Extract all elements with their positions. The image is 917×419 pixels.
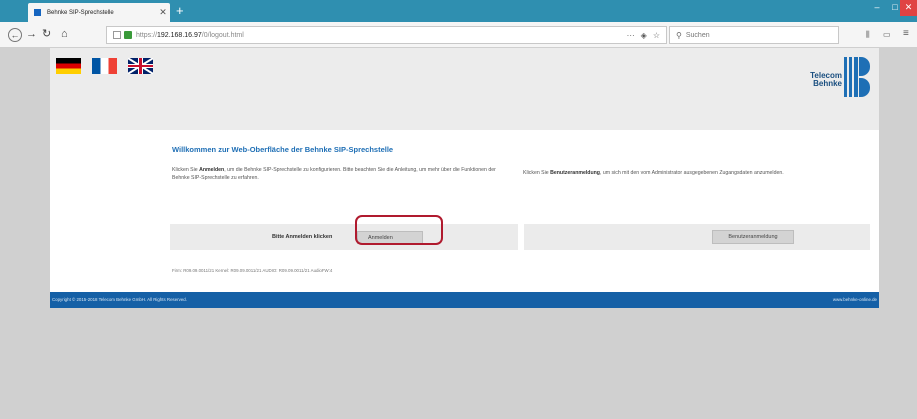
reload-icon[interactable]: ↻	[42, 27, 51, 41]
tab-title: Behnke SIP-Sprechstelle	[47, 9, 114, 16]
page-info-icon[interactable]	[113, 31, 121, 39]
search-bar[interactable]: ⚲	[669, 26, 839, 44]
browser-tab[interactable]: Behnke SIP-Sprechstelle ✕	[28, 3, 170, 22]
telecom-behnke-logo: Telecom Behnke	[794, 57, 870, 97]
login-prompt: Bitte Anmelden klicken	[272, 234, 333, 240]
browser-navbar: ← → ↻ ⌂ https://192.168.16.97/0/logout.h…	[0, 22, 917, 48]
bookmark-star-icon[interactable]: ☆	[653, 31, 660, 40]
window-close-button[interactable]: ✕	[900, 0, 917, 16]
forward-icon[interactable]: →	[26, 27, 37, 41]
page-footer: Copyright © 2015-2018 Telecom Behnke Gmb…	[50, 292, 879, 308]
pocket-icon[interactable]: ◈	[641, 31, 647, 40]
hamburger-menu-icon[interactable]: ≡	[903, 28, 909, 39]
url-bar[interactable]: https://192.168.16.97/0/logout.html ··· …	[106, 26, 667, 44]
sidebar-icon[interactable]: ▭	[883, 30, 891, 39]
french-flag-icon[interactable]	[92, 58, 117, 74]
german-flag-icon[interactable]	[56, 58, 81, 74]
search-icon: ⚲	[676, 30, 682, 40]
user-login-instructions: Klicken Sie Benutzeranmeldung, um sich m…	[523, 170, 784, 176]
page-header: Telecom Behnke	[50, 48, 879, 130]
firmware-info: Firm: R09.09.0011/21 Kernel: R09.09.0011…	[172, 268, 333, 273]
login-instructions: Klicken Sie Anmelden, um die Behnke SIP-…	[172, 167, 496, 181]
library-icon[interactable]: ⫼	[866, 30, 870, 40]
page-title: Willkommen zur Web-Oberfläche der Behnke…	[172, 145, 394, 154]
browser-titlebar: Behnke SIP-Sprechstelle ✕ + – □ ✕	[0, 0, 917, 22]
copyright-text: Copyright © 2015-2018 Telecom Behnke Gmb…	[52, 297, 187, 302]
highlight-annotation	[355, 215, 443, 245]
logo-mark-icon	[844, 57, 870, 97]
back-icon[interactable]: ←	[8, 28, 22, 42]
page-actions-icon[interactable]: ···	[627, 31, 635, 40]
user-login-button[interactable]: Benutzeranmeldung	[712, 230, 794, 244]
new-tab-button[interactable]: +	[176, 3, 184, 19]
close-tab-icon[interactable]: ✕	[156, 7, 170, 18]
uk-flag-icon[interactable]	[128, 58, 153, 74]
login-panel: Bitte Anmelden klicken Anmelden	[170, 224, 518, 250]
search-input[interactable]	[685, 31, 826, 39]
minimize-button[interactable]: –	[868, 0, 886, 16]
lock-icon[interactable]	[124, 31, 132, 39]
web-page: Telecom Behnke Willkommen zur Web-Oberfl…	[50, 48, 879, 308]
website-link[interactable]: www.behnke-online.de	[833, 297, 877, 302]
home-icon[interactable]: ⌂	[61, 27, 68, 41]
user-login-panel: Benutzeranmeldung	[524, 224, 870, 250]
logo-text: Telecom Behnke	[810, 71, 842, 88]
favicon-icon	[34, 9, 41, 16]
url-text[interactable]: https://192.168.16.97/0/logout.html	[136, 32, 627, 39]
